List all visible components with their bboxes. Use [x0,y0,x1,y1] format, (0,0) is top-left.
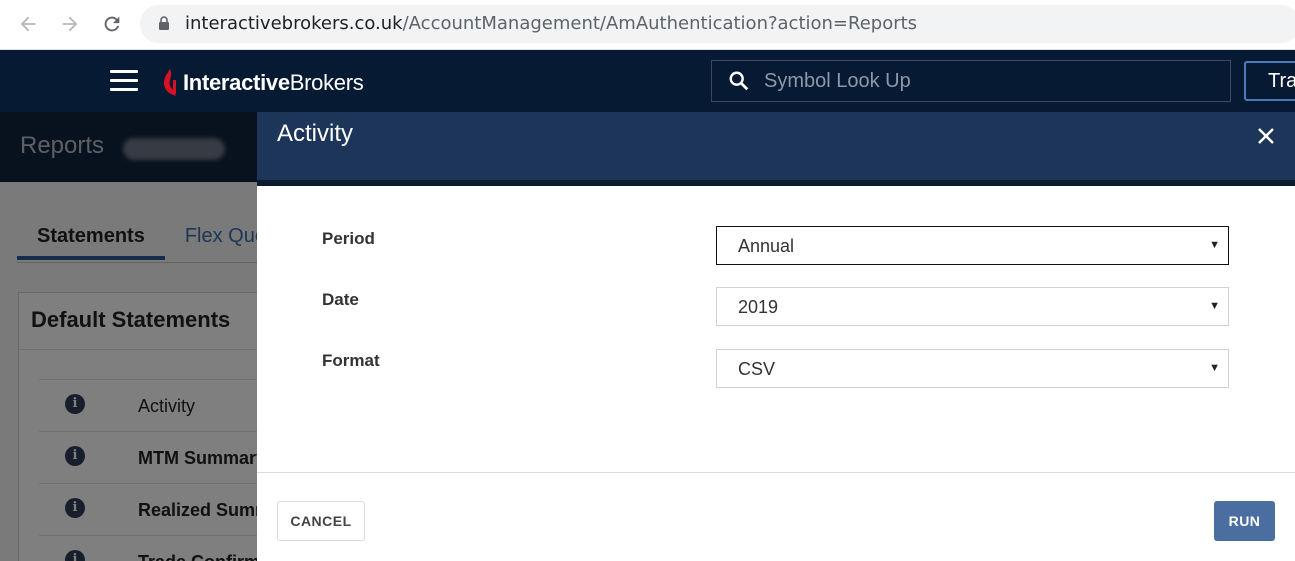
date-value: 2019 [738,297,779,317]
run-button[interactable]: RUN [1214,501,1275,541]
address-bar[interactable]: interactivebrokers.co.uk/AccountManageme… [140,5,1295,43]
url-host: interactivebrokers.co.uk [185,13,403,34]
modal-header: Activity [257,112,1295,186]
symbol-search[interactable] [711,60,1231,102]
reload-icon [104,16,120,32]
caret-down-icon: ▼ [1209,362,1220,374]
format-value: CSV [738,359,776,379]
activity-modal: Activity Period Annual ▼ Date 2019 ▼ For… [257,112,1295,561]
url-text: interactivebrokers.co.uk/AccountManageme… [185,13,917,34]
period-value: Annual [738,236,795,256]
back-button[interactable] [14,10,42,38]
logo-regular-text: Brokers [289,70,364,95]
date-select[interactable]: 2019 ▼ [716,287,1229,326]
caret-down-icon: ▼ [1209,300,1220,312]
site-header: InteractiveBrokers Trade [0,50,1295,112]
search-icon [729,71,749,91]
arrow-left-icon [20,16,36,32]
browser-toolbar: interactivebrokers.co.uk/AccountManageme… [0,0,1295,50]
close-icon[interactable] [1256,126,1276,146]
format-select[interactable]: CSV ▼ [716,349,1229,388]
modal-title: Activity [277,120,354,147]
date-label: Date [322,290,359,309]
logo[interactable]: InteractiveBrokers [160,67,364,99]
period-label: Period [322,229,375,248]
menu-icon[interactable] [110,70,138,92]
trade-button[interactable]: Trade [1244,61,1295,101]
ib-logo-icon [164,69,176,96]
format-label: Format [322,351,380,370]
symbol-search-input[interactable] [764,69,1204,93]
caret-down-icon: ▼ [1209,239,1220,251]
reload-button[interactable] [98,10,126,38]
logo-bold-text: Interactive [183,70,290,95]
cancel-button[interactable]: CANCEL [277,501,365,541]
url-path: /AccountManagement/AmAuthentication?acti… [402,13,918,34]
forward-button[interactable] [56,10,84,38]
modal-footer-divider [257,472,1295,473]
period-select[interactable]: Annual ▼ [716,226,1229,265]
arrow-right-icon [62,16,78,32]
lock-icon [159,16,169,30]
